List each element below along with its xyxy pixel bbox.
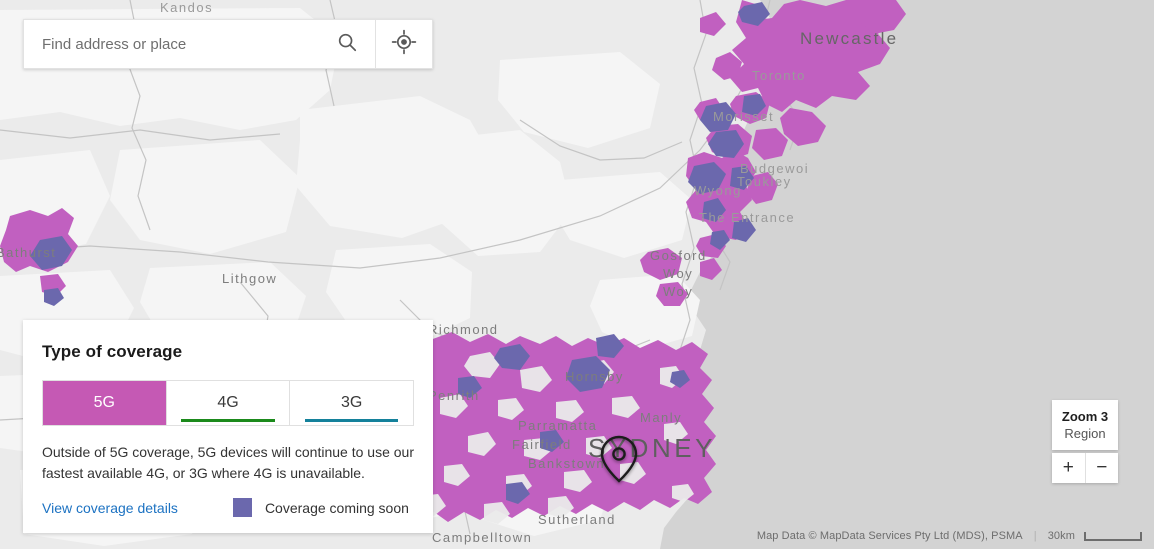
tab-4g-label: 4G — [217, 394, 239, 411]
map-label-morisset: Morisset — [713, 109, 774, 124]
map-label-sutherland: Sutherland — [538, 512, 616, 527]
map-label-lithgow: Lithgow — [222, 271, 277, 286]
zoom-in-button[interactable]: + — [1052, 453, 1085, 483]
locate-crosshair-icon — [391, 29, 417, 60]
map-label-gosford: Gosford — [650, 248, 707, 263]
scale-bar — [1084, 531, 1142, 541]
panel-title: Type of coverage — [42, 342, 183, 361]
map-label-fairfield: Fairfield — [512, 437, 572, 452]
coverage-map-app: Kandos Newcastle Toronto Morisset Budgewoi To… — [0, 0, 1154, 549]
tab-4g[interactable]: 4G — [166, 381, 291, 425]
search-icon — [336, 31, 358, 58]
map-label-manly: Manly — [640, 410, 682, 425]
tab-5g-label: 5G — [93, 394, 115, 411]
zoom-out-button[interactable]: − — [1084, 453, 1118, 483]
zoom-level-label: Zoom 3 — [1061, 409, 1109, 424]
zoom-info: Zoom 3 Region — [1052, 400, 1118, 450]
coverage-type-panel: Type of coverage 5G 4G 3G Outside of 5G … — [23, 320, 433, 533]
map-label-parramatta: Parramatta — [518, 418, 597, 433]
tab-4g-underline — [181, 419, 275, 422]
map-attribution: Map Data © MapData Services Pty Ltd (MDS… — [757, 530, 1142, 542]
coming-soon-swatch — [232, 498, 252, 517]
map-label-wyong: Wyong — [694, 183, 742, 198]
map-label-penrith: Penrith — [428, 388, 480, 403]
map-label-woy: Woy — [663, 284, 693, 299]
tab-3g-label: 3G — [341, 394, 363, 411]
scale-label: 30km — [1047, 530, 1075, 542]
coverage-legend: Coverage coming soon — [232, 498, 409, 517]
search-button[interactable] — [319, 20, 375, 68]
map-label-richmond: Richmond — [428, 322, 499, 337]
tab-5g-underline — [47, 419, 161, 422]
coming-soon-label: Coverage coming soon — [264, 499, 409, 516]
map-label-toukley: Toukley — [737, 174, 792, 189]
panel-footer: View coverage details Coverage coming so… — [42, 498, 414, 517]
tab-3g-underline — [305, 419, 399, 422]
attribution-text: Map Data © MapData Services Pty Ltd (MDS… — [756, 530, 1023, 542]
map-label-toronto: Toronto — [752, 68, 806, 83]
map-label-hornsby: Hornsby — [565, 369, 624, 384]
zoom-buttons: + − — [1052, 453, 1118, 483]
map-label-bankstown: Bankstown — [528, 456, 605, 471]
map-label-the-entrance: The Entrance — [699, 210, 795, 225]
map-label-campbelltown: Campbelltown — [432, 530, 532, 545]
map-label-sydney: SYDNEY — [588, 433, 716, 463]
tab-3g[interactable]: 3G — [290, 381, 414, 425]
search-bar[interactable] — [23, 19, 433, 69]
attribution-separator: | — [1033, 530, 1037, 542]
map-label-bathurst: Bathurst — [0, 245, 56, 260]
map-label-kandos: Kandos — [160, 0, 213, 15]
coverage-description: Outside of 5G coverage, 5G devices will … — [42, 444, 414, 481]
locate-me-button[interactable] — [376, 20, 432, 68]
view-coverage-details-link[interactable]: View coverage details — [42, 500, 178, 516]
map-label-newcastle: Newcastle — [800, 29, 898, 48]
search-input[interactable] — [24, 20, 319, 68]
tab-5g[interactable]: 5G — [43, 381, 167, 425]
map-label-woy: Woy — [663, 266, 693, 281]
zoom-region-label: Region — [1064, 426, 1106, 441]
coverage-tab-group[interactable]: 5G 4G 3G — [42, 380, 414, 426]
zoom-control: Zoom 3 Region + − — [1052, 400, 1118, 483]
